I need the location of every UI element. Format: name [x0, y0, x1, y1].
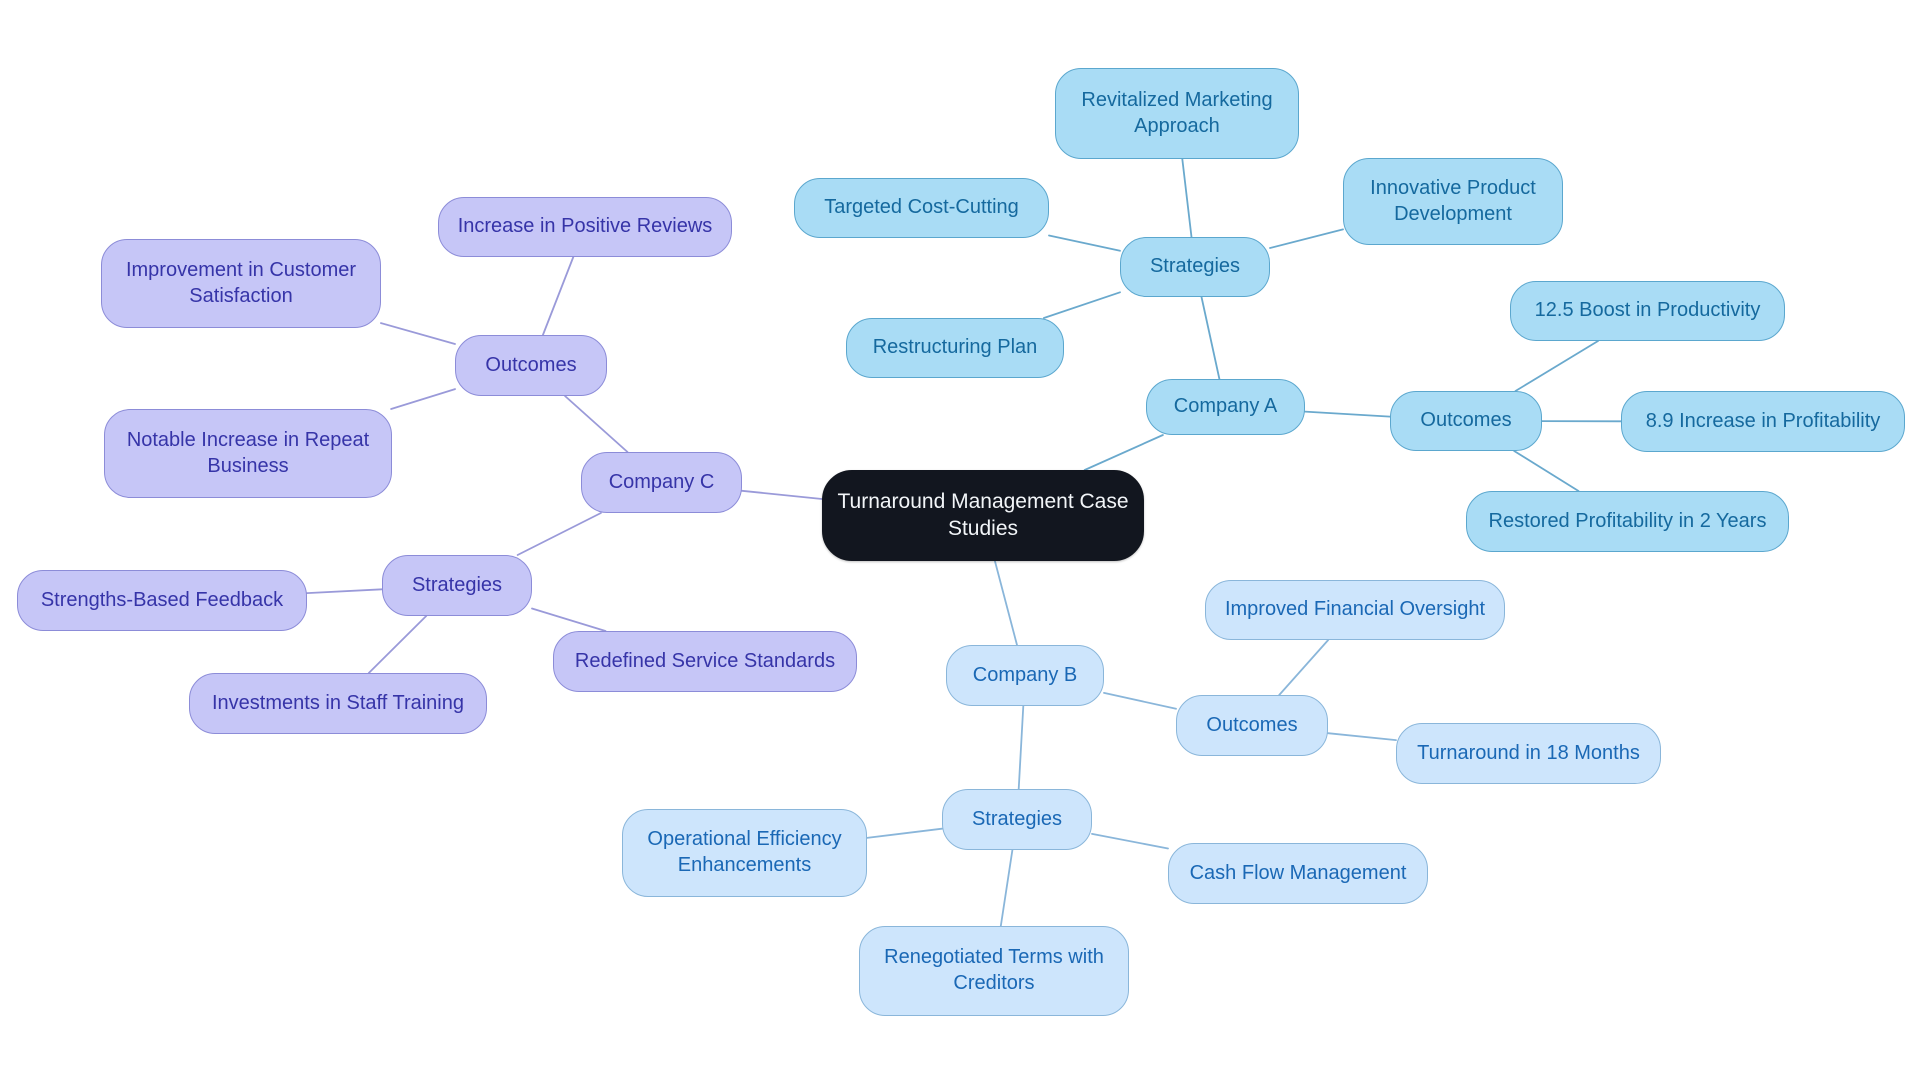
node-operational-efficiency-enhancements[interactable]: Operational Efficiency Enhancements — [622, 809, 867, 897]
node-label: Outcomes — [1420, 409, 1512, 432]
edge-root-to-c_company — [741, 489, 823, 500]
node-label: Targeted Cost-Cutting — [824, 196, 1019, 219]
edge-c_outcomes-to-c_out_repeat — [390, 388, 456, 410]
node-cash-flow-management[interactable]: Cash Flow Management — [1168, 843, 1428, 904]
node-increase-in-positive-reviews[interactable]: Increase in Positive Reviews — [438, 197, 732, 257]
node-label: Notable Increase in Repeat Business — [126, 428, 370, 477]
node-label: Outcomes — [1206, 713, 1298, 736]
node-boost-in-productivity[interactable]: 12.5 Boost in Productivity — [1510, 281, 1785, 341]
node-targeted-cost-cutting[interactable]: Targeted Cost-Cutting — [794, 178, 1049, 238]
edge-b_outcomes-to-b_out_turn — [1327, 732, 1397, 741]
edge-b_outcomes-to-b_out_fin — [1278, 639, 1330, 696]
root-node-turnaround-management-case-studies[interactable]: Turnaround Management Case Studies — [822, 470, 1144, 561]
edge-c_strategies-to-c_str_service — [531, 607, 607, 632]
node-restored-profitability-in-2-years[interactable]: Restored Profitability in 2 Years — [1466, 491, 1789, 552]
node-company-a[interactable]: Company A — [1146, 379, 1305, 435]
node-label: Redefined Service Standards — [574, 649, 836, 672]
node-investments-in-staff-training[interactable]: Investments in Staff Training — [189, 673, 487, 734]
node-label: 8.9 Increase in Profitability — [1645, 409, 1881, 432]
node-renegotiated-terms-with-creditors[interactable]: Renegotiated Terms with Creditors — [859, 926, 1129, 1016]
node-label: Turnaround Management Case Studies — [837, 489, 1129, 540]
edge-a_outcomes-to-a_out_restore — [1513, 450, 1580, 492]
node-label: Operational Efficiency Enhancements — [647, 828, 842, 876]
node-company-b-outcomes[interactable]: Outcomes — [1176, 695, 1328, 756]
node-company-c[interactable]: Company C — [581, 452, 742, 513]
edge-a_strategies-to-a_str_restr — [1043, 291, 1121, 319]
node-increase-in-profitability[interactable]: 8.9 Increase in Profitability — [1621, 391, 1905, 452]
node-label: Revitalized Marketing Approach — [1081, 88, 1273, 137]
node-label: Company B — [972, 663, 1078, 686]
node-label: Innovative Product Development — [1370, 176, 1536, 225]
node-label: Turnaround in 18 Months — [1417, 741, 1640, 764]
node-label: Cash Flow Management — [1189, 861, 1407, 884]
edge-c_company-to-c_outcomes — [564, 395, 629, 453]
node-label: Strategies — [971, 807, 1063, 830]
node-label: Increase in Positive Reviews — [457, 215, 713, 238]
node-improvement-in-customer-satisfaction[interactable]: Improvement in Customer Satisfaction — [101, 239, 381, 328]
edge-a_company-to-a_outcomes — [1304, 410, 1391, 418]
node-company-b[interactable]: Company B — [946, 645, 1104, 706]
node-label: Improvement in Customer Satisfaction — [125, 258, 357, 307]
edge-b_company-to-b_strategies — [1017, 705, 1025, 790]
edge-c_strategies-to-c_str_feed — [306, 588, 383, 594]
node-innovative-product-development[interactable]: Innovative Product Development — [1343, 158, 1563, 245]
node-company-c-outcomes[interactable]: Outcomes — [455, 335, 607, 396]
node-label: Renegotiated Terms with Creditors — [884, 946, 1104, 994]
edge-root-to-b_company — [994, 560, 1018, 646]
edge-c_outcomes-to-c_out_reviews — [542, 256, 575, 336]
node-label: Improved Financial Oversight — [1224, 598, 1486, 621]
node-company-c-strategies[interactable]: Strategies — [382, 555, 532, 616]
node-strengths-based-feedback[interactable]: Strengths-Based Feedback — [17, 570, 307, 631]
node-label: Strategies — [411, 573, 503, 596]
node-label: Company A — [1173, 395, 1278, 418]
node-label: Company C — [608, 470, 715, 493]
node-redefined-service-standards[interactable]: Redefined Service Standards — [553, 631, 857, 692]
mindmap-canvas: Turnaround Management Case Studies Compan… — [0, 0, 1920, 1083]
node-turnaround-in-18-months[interactable]: Turnaround in 18 Months — [1396, 723, 1661, 784]
edge-a_strategies-to-a_str_cost — [1048, 234, 1121, 252]
node-improved-financial-oversight[interactable]: Improved Financial Oversight — [1205, 580, 1505, 640]
node-label: Strengths-Based Feedback — [40, 588, 284, 611]
edge-c_strategies-to-c_str_train — [367, 615, 428, 674]
node-company-a-strategies[interactable]: Strategies — [1120, 237, 1270, 297]
edge-a_outcomes-to-a_out_prod — [1514, 340, 1599, 392]
node-company-a-outcomes[interactable]: Outcomes — [1390, 391, 1542, 451]
edge-b_strategies-to-b_str_cash — [1091, 833, 1169, 850]
edge-b_strategies-to-b_str_creds — [999, 849, 1014, 927]
node-label: Restored Profitability in 2 Years — [1488, 509, 1767, 532]
node-restructuring-plan[interactable]: Restructuring Plan — [846, 318, 1064, 378]
edge-a_strategies-to-a_str_product — [1269, 228, 1344, 249]
edge-b_strategies-to-b_str_ops — [866, 827, 943, 839]
node-label: Restructuring Plan — [872, 336, 1038, 359]
edge-a_strategies-to-a_str_market — [1181, 158, 1193, 238]
node-label: 12.5 Boost in Productivity — [1534, 299, 1761, 322]
edge-a_company-to-a_strategies — [1200, 296, 1221, 380]
node-label: Investments in Staff Training — [212, 691, 464, 714]
edge-root-to-a_company — [1083, 434, 1164, 471]
node-label: Strategies — [1149, 255, 1241, 278]
node-label: Outcomes — [485, 353, 577, 376]
node-company-b-strategies[interactable]: Strategies — [942, 789, 1092, 850]
edge-c_company-to-c_strategies — [516, 512, 602, 556]
edge-b_company-to-b_outcomes — [1103, 692, 1177, 710]
node-notable-increase-in-repeat-business[interactable]: Notable Increase in Repeat Business — [104, 409, 392, 498]
edge-c_outcomes-to-c_out_satis — [380, 322, 456, 345]
node-revitalized-marketing-approach[interactable]: Revitalized Marketing Approach — [1055, 68, 1299, 159]
